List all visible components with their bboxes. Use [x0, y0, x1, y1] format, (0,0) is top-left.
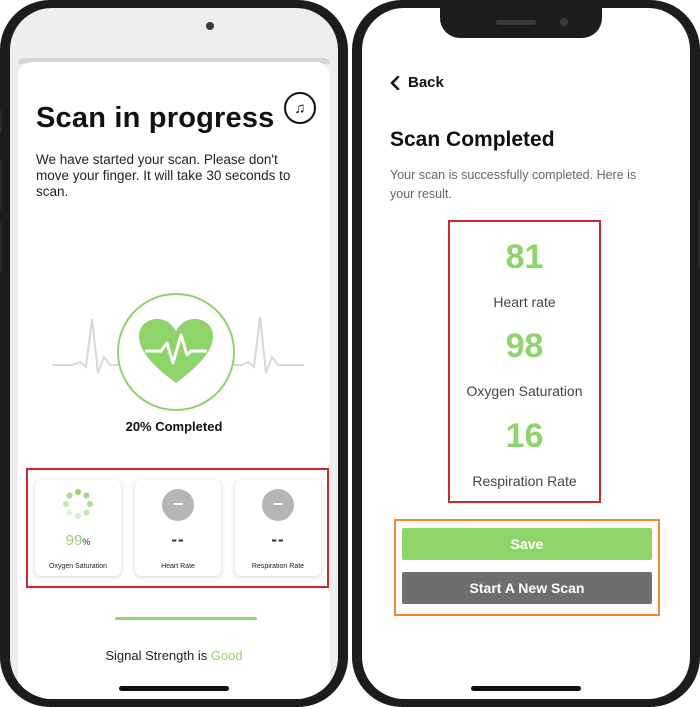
speaker-grille: [496, 20, 536, 25]
oxygen-value-unit: %: [82, 537, 91, 547]
back-button[interactable]: Back: [390, 74, 444, 91]
home-indicator: [471, 686, 581, 691]
volume-up-button: [0, 160, 2, 210]
heart-icon: [139, 319, 213, 383]
signal-strength: Signal Strength is Good: [18, 648, 330, 663]
respiration-rate-label: Respiration Rate: [251, 563, 305, 570]
mute-switch: [0, 110, 2, 134]
signal-strength-value: Good: [210, 648, 243, 663]
right-phone-frame: Back Scan Completed Your scan is success…: [352, 0, 700, 707]
metrics-panel: 99% Oxygen Saturation − -- Heart Rate − …: [26, 468, 329, 588]
back-label: Back: [408, 74, 444, 91]
chevron-left-icon: [390, 75, 400, 90]
oxygen-value-number: 99: [65, 532, 83, 549]
progress-text: 20% Completed: [125, 419, 223, 434]
respiration-rate-result-value: 16: [505, 417, 544, 455]
oxygen-saturation-card: 99% Oxygen Saturation: [35, 480, 121, 576]
actions-panel: Save Start A New Scan: [394, 519, 660, 616]
oxygen-saturation-result-label: Oxygen Saturation: [466, 383, 583, 399]
left-screen: Scan in progress ♫ We have started your …: [10, 8, 338, 699]
home-indicator: [119, 686, 229, 691]
heart-rate-value: --: [171, 530, 185, 549]
oxygen-saturation-result-value: 98: [505, 327, 544, 365]
respiration-rate-value: --: [271, 530, 285, 549]
volume-down-button: [0, 222, 2, 272]
heart-rate-result-label: Heart rate: [493, 294, 556, 310]
signal-progress-bar: [115, 617, 257, 620]
minus-icon: −: [262, 489, 294, 521]
heart-rate-label: Heart Rate: [161, 563, 195, 570]
signal-strength-label: Signal Strength is: [105, 648, 208, 663]
front-camera: [560, 18, 568, 26]
save-button[interactable]: Save: [402, 528, 652, 560]
left-phone-frame: Scan in progress ♫ We have started your …: [0, 0, 348, 707]
results-panel: 81 Heart rate 98 Oxygen Saturation 16 Re…: [448, 220, 601, 503]
minus-icon: −: [162, 489, 194, 521]
right-screen: Back Scan Completed Your scan is success…: [362, 8, 690, 699]
respiration-rate-result-label: Respiration Rate: [472, 473, 577, 489]
respiration-rate-card: − -- Respiration Rate: [235, 480, 321, 576]
scan-description: We have started your scan. Please don't …: [36, 152, 291, 199]
notch: [440, 8, 602, 38]
oxygen-saturation-label: Oxygen Saturation: [49, 563, 107, 570]
start-new-scan-button[interactable]: Start A New Scan: [402, 572, 652, 604]
page-title: Scan Completed: [390, 128, 555, 151]
loading-spinner-icon: [63, 489, 93, 519]
front-camera: [206, 22, 214, 30]
heart-rate-card: − -- Heart Rate: [135, 480, 221, 576]
oxygen-saturation-value: 99%: [35, 532, 121, 549]
music-note-icon[interactable]: ♫: [284, 92, 316, 124]
heart-rate-result-value: 81: [505, 238, 544, 276]
scan-sheet: Scan in progress ♫ We have started your …: [18, 62, 330, 699]
page-title: Scan in progress: [36, 102, 275, 134]
result-description: Your scan is successfully completed. Her…: [390, 168, 637, 201]
heart-progress-ring: [117, 293, 235, 411]
